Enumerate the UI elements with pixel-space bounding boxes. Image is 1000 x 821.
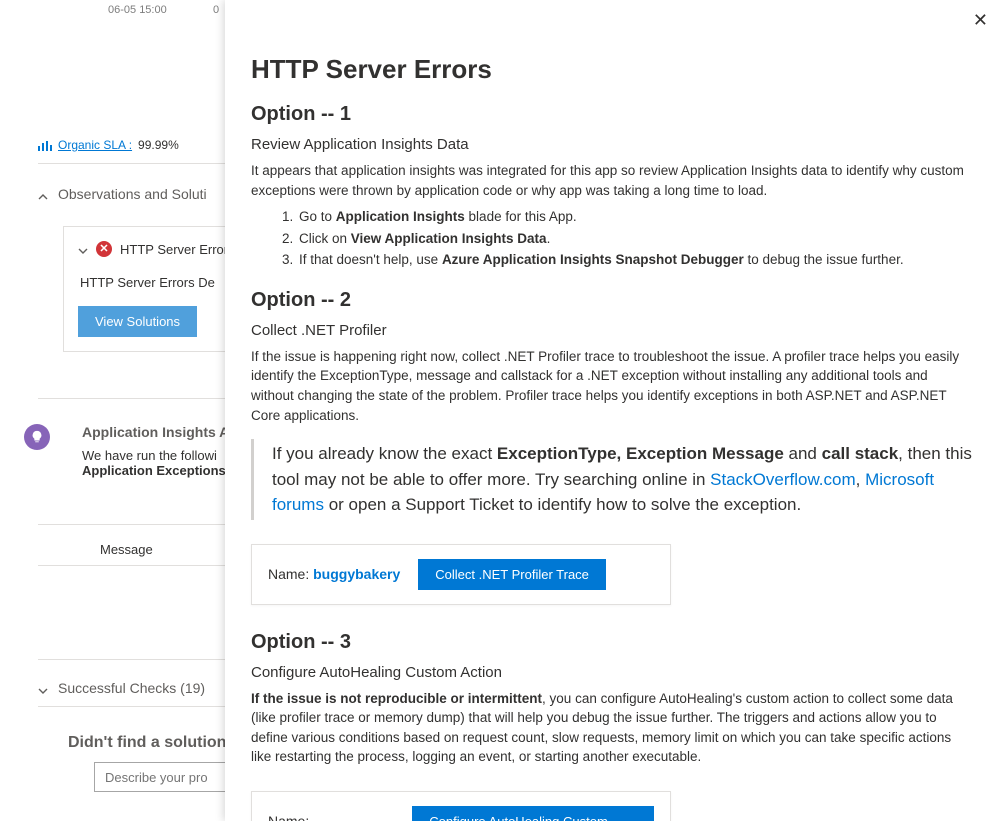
divider [38, 706, 238, 707]
divider [38, 524, 238, 525]
organic-sla-value: 99.99% [138, 138, 179, 152]
option-1-steps: Go to Application Insights blade for thi… [297, 206, 974, 271]
option-3-subtitle: Configure AutoHealing Custom Action [251, 664, 974, 681]
divider [38, 163, 238, 164]
message-column-header: Message [100, 542, 153, 557]
option-2-para: If the issue is happening right now, col… [251, 347, 974, 425]
observations-header[interactable]: Observations and Soluti [38, 186, 207, 202]
organic-sla-link[interactable]: Organic SLA : [58, 138, 132, 152]
chart-time-label: 06-05 15:00 [108, 4, 167, 16]
option-1-subtitle: Review Application Insights Data [251, 136, 974, 153]
option-2-subtitle: Collect .NET Profiler [251, 322, 974, 339]
sla-row: Organic SLA : 99.99% [38, 138, 179, 152]
option-3-heading: Option -- 3 [251, 631, 974, 654]
bar-chart-icon [38, 140, 52, 150]
divider [38, 659, 238, 660]
autohealing-action-box: Name: buggybakery Configure AutoHealing … [251, 791, 671, 821]
lightbulb-icon [24, 424, 50, 450]
error-icon: ✕ [96, 241, 112, 257]
footer-question: Didn't find a solution? [68, 734, 236, 752]
option-1-heading: Option -- 1 [251, 103, 974, 126]
app-insights-line2: Application Exceptions [82, 463, 226, 478]
option-3-para: If the issue is not reproducible or inte… [251, 689, 974, 767]
close-icon[interactable]: ✕ [973, 10, 988, 31]
view-solutions-button[interactable]: View Solutions [78, 306, 197, 337]
profiler-action-box: Name: buggybakery Collect .NET Profiler … [251, 544, 671, 605]
stackoverflow-link[interactable]: StackOverflow.com [710, 470, 856, 489]
chevron-down-icon [38, 683, 48, 693]
option-2-note: If you already know the exact ExceptionT… [251, 439, 974, 520]
app-name: buggybakery [313, 566, 400, 582]
collect-profiler-button[interactable]: Collect .NET Profiler Trace [418, 559, 606, 590]
successful-checks-header[interactable]: Successful Checks (19) [38, 680, 205, 696]
blade-title: HTTP Server Errors [251, 54, 974, 85]
observations-label: Observations and Soluti [58, 186, 207, 202]
chart-time-label: 0 [213, 4, 219, 16]
error-card-title: HTTP Server Error [120, 242, 228, 257]
divider [38, 398, 238, 399]
chevron-up-icon [38, 189, 48, 199]
solutions-blade: ✕ HTTP Server Errors Option -- 1 Review … [225, 0, 1000, 821]
divider [38, 565, 238, 566]
configure-autohealing-button[interactable]: Configure AutoHealing Custom Action [412, 806, 654, 821]
option-2-heading: Option -- 2 [251, 289, 974, 312]
option-1-para: It appears that application insights was… [251, 161, 974, 200]
error-card-subtitle: HTTP Server Errors De [78, 275, 248, 290]
successful-checks-label: Successful Checks (19) [58, 680, 205, 696]
chevron-down-icon[interactable] [78, 244, 88, 254]
app-insights-line1: We have run the followi [82, 448, 217, 463]
